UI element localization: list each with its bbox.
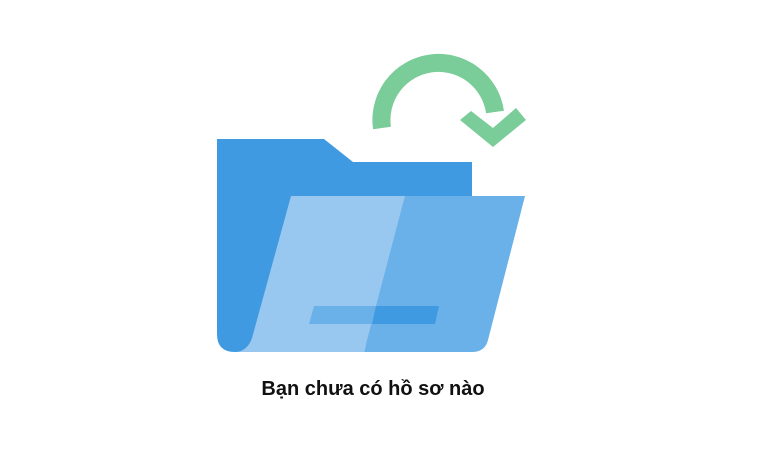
empty-state-message: Bạn chưa có hồ sơ nào [261,378,485,400]
folder-label-right [372,306,439,324]
folder-icon [217,139,525,352]
folder-label-left [309,306,376,324]
redo-arrow-icon [372,53,526,147]
